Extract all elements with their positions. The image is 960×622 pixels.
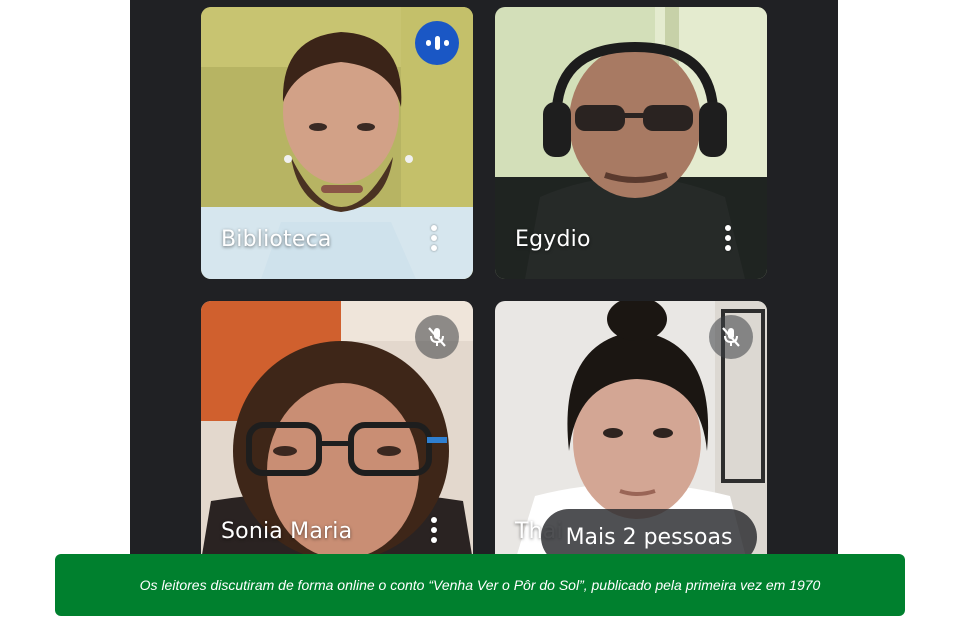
more-vert-icon[interactable]: [721, 225, 735, 255]
caption-banner: Os leitores discutiram de forma online o…: [55, 554, 905, 616]
more-vert-icon[interactable]: [427, 225, 441, 255]
participant-name: Egydio: [515, 227, 591, 252]
audio-level-icon: [415, 21, 459, 65]
caption-text: Os leitores discutiram de forma online o…: [139, 577, 821, 593]
mic-off-icon: [709, 315, 753, 359]
participant-name: Biblioteca: [221, 227, 332, 252]
more-people-button[interactable]: Mais 2 pessoas: [541, 509, 757, 560]
more-vert-icon[interactable]: [427, 517, 441, 547]
participant-tile-sonia-maria[interactable]: Sonia Maria: [201, 301, 473, 560]
participant-name: Sonia Maria: [221, 519, 353, 544]
video-call-grid: Biblioteca Egydio Sonia Maria Thai Mais …: [130, 0, 838, 560]
participant-tile-egydio[interactable]: Egydio: [495, 7, 767, 279]
mic-off-icon: [415, 315, 459, 359]
page: Biblioteca Egydio Sonia Maria Thai Mais …: [0, 0, 960, 622]
participant-tile-biblioteca[interactable]: Biblioteca: [201, 7, 473, 279]
